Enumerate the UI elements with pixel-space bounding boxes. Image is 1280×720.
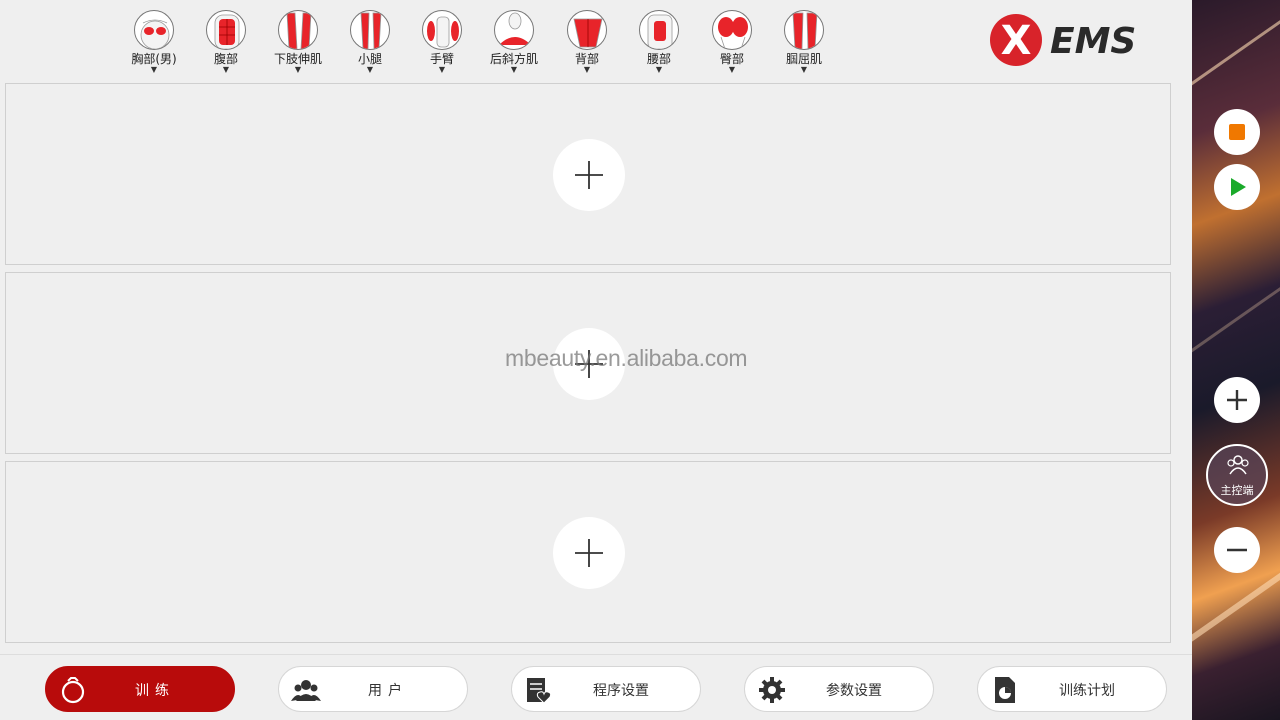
caret-down-icon: ▼ — [294, 65, 302, 74]
minus-icon — [1227, 548, 1247, 552]
plus-icon — [575, 161, 603, 189]
caret-down-icon: ▼ — [150, 65, 158, 74]
nav-users[interactable]: 用户 — [278, 666, 468, 712]
muscle-glutes[interactable]: 臀部 ▼ — [700, 10, 764, 74]
decrease-button[interactable] — [1214, 527, 1260, 573]
nav-training-plan[interactable]: 训练计划 — [977, 666, 1167, 712]
channel-panel-1 — [5, 83, 1171, 265]
muscle-chest-male[interactable]: 胸部(男) ▼ — [122, 10, 186, 74]
stop-button[interactable] — [1214, 109, 1260, 155]
bottom-nav: 训练 用户 程序设置 参数设置 训练计划 — [0, 654, 1192, 720]
waist-icon — [639, 10, 679, 50]
nav-training[interactable]: 训练 — [45, 666, 235, 712]
chest-icon — [134, 10, 174, 50]
plus-icon — [1227, 390, 1247, 410]
plus-icon — [575, 539, 603, 567]
arm-icon — [422, 10, 462, 50]
nav-label: 训练 — [135, 683, 175, 699]
caret-down-icon: ▼ — [222, 65, 230, 74]
caret-down-icon: ▼ — [800, 65, 808, 74]
muscle-abdomen[interactable]: 腹部 ▼ — [194, 10, 258, 74]
back-icon — [567, 10, 607, 50]
increase-button[interactable] — [1214, 377, 1260, 423]
abdomen-icon — [206, 10, 246, 50]
muscle-arm[interactable]: 手臂 ▼ — [410, 10, 474, 74]
muscle-label: 后斜方肌 — [489, 52, 538, 66]
glutes-icon — [712, 10, 752, 50]
muscle-calf[interactable]: 小腿 ▼ — [338, 10, 402, 74]
caret-down-icon: ▼ — [510, 65, 518, 74]
watermark: mbeauty.en.alibaba.com — [505, 345, 748, 371]
caret-down-icon: ▼ — [655, 65, 663, 74]
nav-label: 程序设置 — [593, 683, 649, 699]
muscle-label: 下肢伸肌 — [273, 52, 322, 66]
users-icon — [291, 680, 321, 701]
master-control-button[interactable]: 主控端 — [1206, 444, 1268, 506]
muscle-label: 腹部 — [213, 52, 238, 66]
ring-icon — [61, 677, 85, 704]
muscle-label: 臀部 — [719, 52, 744, 66]
muscle-back[interactable]: 背部 ▼ — [555, 10, 619, 74]
svg-text:X: X — [1001, 18, 1032, 64]
muscle-hamstring[interactable]: 腘屈肌 ▼ — [772, 10, 836, 74]
nav-label: 参数设置 — [826, 683, 882, 699]
nav-parameter-settings[interactable]: 参数设置 — [744, 666, 934, 712]
muscle-label: 小腿 — [357, 52, 382, 66]
users-icon — [1227, 455, 1249, 475]
nav-label: 训练计划 — [1059, 683, 1115, 699]
xems-logo: X EMS — [990, 12, 1160, 68]
muscle-label: 腘屈肌 — [785, 52, 822, 66]
svg-text:EMS: EMS — [1050, 21, 1136, 62]
master-control-label: 主控端 — [1220, 484, 1254, 497]
trapezius-icon — [494, 10, 534, 50]
hamstring-icon — [784, 10, 824, 50]
caret-down-icon: ▼ — [583, 65, 591, 74]
muscle-label: 胸部(男) — [131, 52, 177, 66]
add-channel-button[interactable] — [553, 517, 625, 589]
caret-down-icon: ▼ — [366, 65, 374, 74]
thigh-icon — [278, 10, 318, 50]
channel-panel-3 — [5, 461, 1171, 643]
caret-down-icon: ▼ — [728, 65, 736, 74]
calf-icon — [350, 10, 390, 50]
muscle-waist[interactable]: 腰部 ▼ — [627, 10, 691, 74]
muscle-label: 背部 — [574, 52, 599, 66]
play-button[interactable] — [1214, 164, 1260, 210]
add-channel-button[interactable] — [553, 139, 625, 211]
stop-icon — [1229, 124, 1245, 140]
muscle-label: 腰部 — [646, 52, 671, 66]
background-streak — [1192, 0, 1280, 101]
gear-icon — [759, 677, 785, 703]
control-sidebar: 主控端 — [1192, 0, 1280, 720]
program-icon — [527, 678, 552, 704]
muscle-leg-extensor[interactable]: 下肢伸肌 ▼ — [266, 10, 330, 74]
nav-label: 用户 — [368, 683, 408, 699]
muscle-trapezius[interactable]: 后斜方肌 ▼ — [482, 10, 546, 74]
play-icon — [1231, 178, 1246, 196]
background-streak — [1192, 242, 1280, 361]
nav-program-settings[interactable]: 程序设置 — [511, 666, 701, 712]
plan-icon — [995, 677, 1015, 703]
caret-down-icon: ▼ — [438, 65, 446, 74]
muscle-label: 手臂 — [429, 52, 454, 66]
